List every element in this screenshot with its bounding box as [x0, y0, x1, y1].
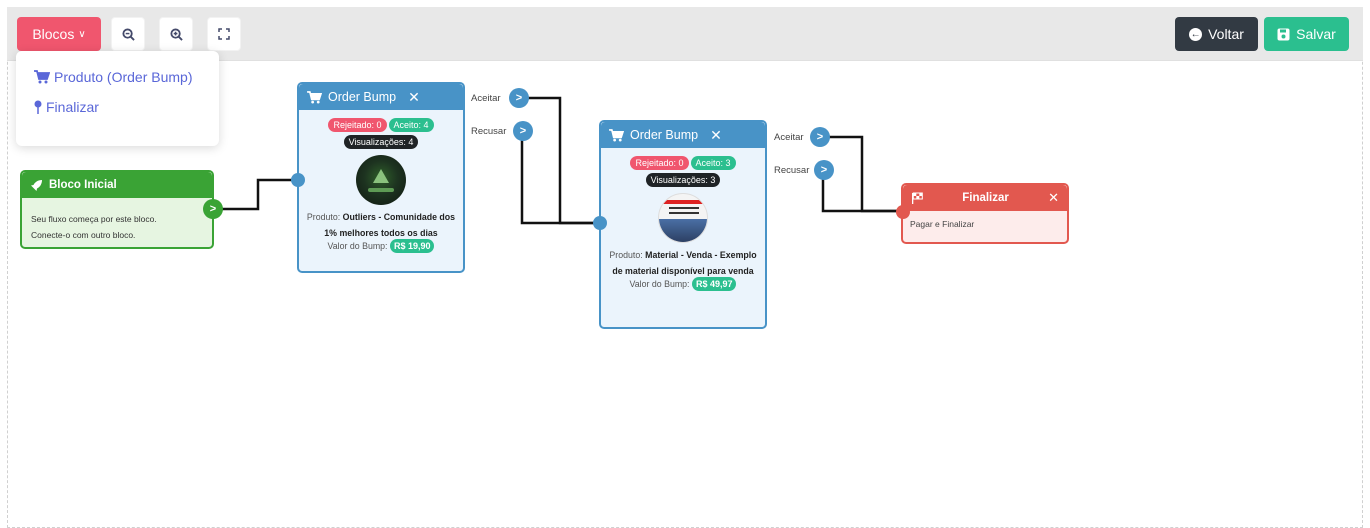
finalize-header: Finalizar ✕ [903, 185, 1067, 211]
bump-value-label: Valor do Bump: [327, 241, 388, 251]
accept-output-port[interactable]: > [810, 127, 830, 147]
pin-icon [34, 100, 42, 114]
finalize-title: Finalizar [962, 192, 1009, 204]
accept-output-port[interactable]: > [509, 88, 529, 108]
start-block-text: Conecte-o com outro bloco. [31, 230, 136, 240]
chevron-right-icon: > [519, 125, 527, 137]
voltar-label: Voltar [1208, 26, 1244, 42]
accept-port-label: Aceitar [471, 93, 501, 104]
blocos-dropdown-menu: Produto (Order Bump) Finalizar [16, 51, 219, 146]
reject-port-label: Recusar [471, 126, 507, 137]
rejected-count-badge: Rejeitado: 0 [630, 156, 689, 170]
arrow-left-circle-icon: ← [1189, 27, 1203, 41]
start-block-text: Seu fluxo começa por este bloco. [31, 214, 157, 224]
voltar-button[interactable]: ← Voltar [1175, 17, 1258, 51]
close-icon[interactable]: ✕ [1048, 190, 1059, 206]
menu-item-label: Finalizar [46, 99, 99, 115]
product-prefix: Produto: [609, 250, 643, 260]
order-bump-input-port[interactable] [291, 173, 305, 187]
close-icon[interactable]: ✕ [710, 127, 722, 144]
product-prefix: Produto: [306, 212, 341, 222]
connection-start-to-ob1 [222, 178, 298, 211]
salvar-label: Salvar [1296, 26, 1336, 42]
start-output-port[interactable]: > [203, 199, 223, 219]
finalize-text: Pagar e Finalizar [910, 219, 975, 229]
fullscreen-button[interactable] [207, 17, 241, 51]
product-thumbnail [356, 155, 406, 205]
blocos-button[interactable]: Blocos ∨ [17, 17, 101, 51]
chevron-right-icon: > [515, 92, 523, 104]
chevron-right-icon: > [820, 164, 828, 176]
start-block-title: Bloco Inicial [49, 179, 117, 191]
chevron-right-icon: > [209, 203, 217, 215]
rocket-icon [31, 179, 42, 191]
zoom-out-icon [121, 27, 135, 41]
chevron-down-icon: ∨ [78, 28, 86, 40]
finalize-input-port[interactable] [896, 205, 910, 219]
menu-item-label: Produto (Order Bump) [54, 69, 193, 85]
order-bump-block[interactable]: Order Bump ✕ Rejeitado: 0 Aceito: 4 Visu… [297, 82, 465, 273]
chevron-right-icon: > [816, 131, 824, 143]
menu-item-finalizar[interactable]: Finalizar [34, 99, 99, 115]
bump-price-badge: R$ 49,97 [691, 277, 737, 291]
connection-ob1-accept-to-ob2 [527, 96, 600, 225]
close-icon[interactable]: ✕ [408, 89, 420, 106]
bump-value-label: Valor do Bump: [629, 279, 690, 289]
order-bump-header: Order Bump ✕ [299, 84, 463, 110]
salvar-button[interactable]: Salvar [1264, 17, 1349, 51]
flag-checkered-icon [912, 192, 923, 204]
accepted-count-badge: Aceito: 4 [388, 118, 434, 132]
cart-icon [34, 70, 50, 84]
order-bump-input-port[interactable] [593, 216, 607, 230]
menu-item-produto-order-bump[interactable]: Produto (Order Bump) [34, 69, 193, 85]
bump-price-badge: R$ 19,90 [389, 239, 435, 253]
rejected-count-badge: Rejeitado: 0 [328, 118, 387, 132]
save-icon [1277, 28, 1290, 40]
order-bump-block[interactable]: Order Bump ✕ Rejeitado: 0 Aceito: 3 Visu… [599, 120, 767, 329]
start-block[interactable]: Bloco Inicial Seu fluxo começa por este … [20, 170, 214, 249]
product-name: Outliers - Comunidade dos 1% melhores to… [324, 212, 456, 238]
start-block-header: Bloco Inicial [22, 172, 212, 198]
views-count-badge: Visualizações: 4 [343, 135, 419, 149]
reject-output-port[interactable]: > [814, 160, 834, 180]
zoom-in-icon [169, 27, 183, 41]
order-bump-title: Order Bump [630, 128, 699, 142]
zoom-out-button[interactable] [111, 17, 145, 51]
zoom-in-button[interactable] [159, 17, 193, 51]
reject-port-label: Recusar [774, 165, 810, 176]
product-thumbnail [658, 193, 708, 243]
order-bump-title: Order Bump [328, 90, 397, 104]
accept-port-label: Aceitar [774, 132, 804, 143]
finalize-block[interactable]: Finalizar ✕ Pagar e Finalizar [901, 183, 1069, 244]
cart-icon [307, 90, 322, 104]
reject-output-port[interactable]: > [513, 121, 533, 141]
order-bump-header: Order Bump ✕ [601, 122, 765, 148]
views-count-badge: Visualizações: 3 [645, 173, 721, 187]
connection-ob2-accept-to-fin [828, 135, 903, 213]
accepted-count-badge: Aceito: 3 [690, 156, 736, 170]
expand-icon [218, 28, 230, 40]
blocos-label: Blocos [32, 26, 75, 42]
cart-icon [609, 128, 624, 142]
